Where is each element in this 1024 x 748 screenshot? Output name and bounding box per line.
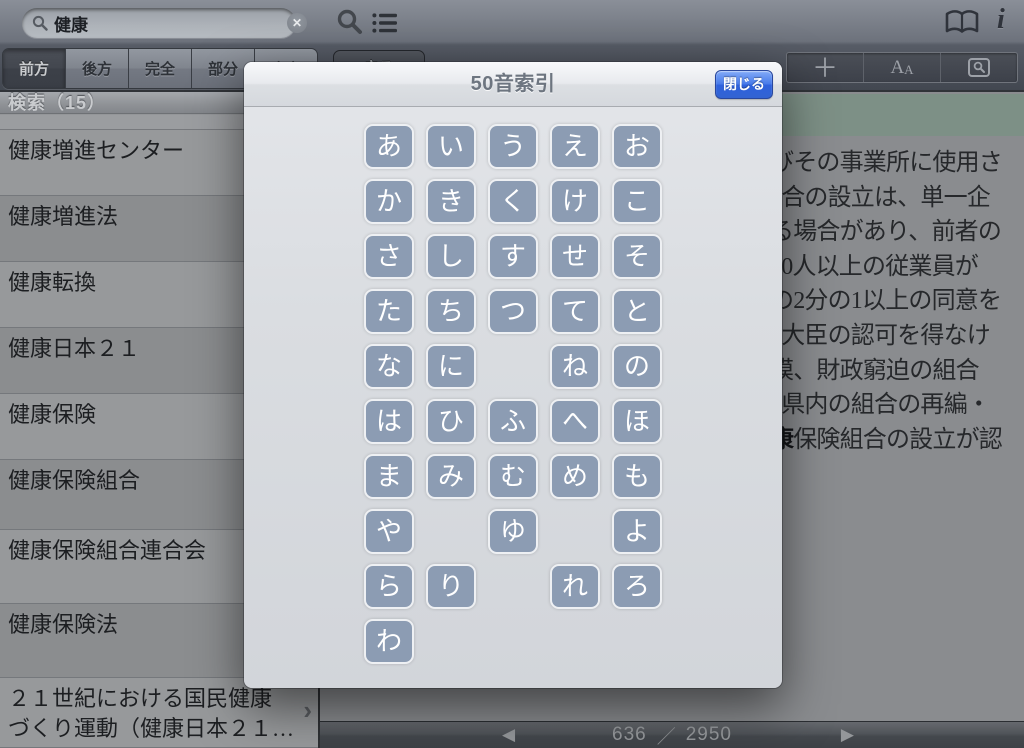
entry-text-line: 00人以上の従業員が xyxy=(770,250,1002,285)
kana-key[interactable]: す xyxy=(488,234,538,279)
font-size-icon: A xyxy=(890,57,904,79)
prev-page-icon[interactable]: ◀ xyxy=(502,725,515,745)
kana-key[interactable]: け xyxy=(550,179,600,224)
kana-grid: あいうえおかきくけこさしすせそたちつてとなに ねのはひふへほまみむめもや ゆ よらり れ… xyxy=(364,124,662,664)
entry-text-line: 府県内の組合の再編・ xyxy=(758,388,1002,423)
current-page: 636 xyxy=(612,724,647,746)
kana-key[interactable]: あ xyxy=(364,124,414,169)
kana-key[interactable]: れ xyxy=(550,564,600,609)
kana-key[interactable]: ゆ xyxy=(488,509,538,554)
kana-key[interactable]: そ xyxy=(612,234,662,279)
index-list-icon[interactable] xyxy=(372,12,398,34)
search-field[interactable]: ✕ xyxy=(22,8,296,38)
kana-key[interactable]: め xyxy=(550,454,600,499)
chevron-right-icon: › xyxy=(303,695,312,726)
kana-key[interactable]: ろ xyxy=(612,564,662,609)
book-icon[interactable] xyxy=(944,10,980,36)
kana-key[interactable]: き xyxy=(426,179,476,224)
kana-key[interactable]: ひ xyxy=(426,399,476,444)
page-search-icon xyxy=(967,57,991,78)
entry-text-line: 組合の設立は、単一企 xyxy=(758,181,1002,216)
add-bookmark-button[interactable]: ＋ xyxy=(787,53,863,82)
page-separator: ／ xyxy=(657,722,676,748)
kana-key[interactable]: ま xyxy=(364,454,414,499)
kana-key[interactable]: な xyxy=(364,344,414,389)
search-view-icon[interactable] xyxy=(336,8,364,36)
kana-key[interactable]: は xyxy=(364,399,414,444)
kana-key[interactable]: ほ xyxy=(612,399,662,444)
total-pages: 2950 xyxy=(686,724,732,746)
page-search-button[interactable] xyxy=(940,53,1017,82)
kana-key[interactable]: り xyxy=(426,564,476,609)
tab-3[interactable]: 完全 xyxy=(129,49,192,88)
kana-key[interactable]: へ xyxy=(550,399,600,444)
tab-1[interactable]: 前方 xyxy=(3,49,66,88)
modal-title: 50音索引 xyxy=(244,62,782,107)
kana-key[interactable]: こ xyxy=(612,179,662,224)
entry-text-line: 模、財政窮迫の組合 xyxy=(770,354,1002,389)
entry-text-line: 働大臣の認可を得なけ xyxy=(758,319,1002,354)
entry-text-line: の2分の1以上の同意を xyxy=(770,284,1002,319)
search-input[interactable] xyxy=(48,13,287,33)
page-navigation-bar: ◀ 636 ／ 2950 ▶ xyxy=(320,721,1024,748)
kana-key[interactable]: ふ xyxy=(488,399,538,444)
kana-key[interactable]: と xyxy=(612,289,662,334)
kana-key[interactable]: く xyxy=(488,179,538,224)
kana-key[interactable]: い xyxy=(426,124,476,169)
kana-key[interactable]: よ xyxy=(612,509,662,554)
right-segmented-control: ＋ AA xyxy=(786,52,1018,83)
kana-key[interactable]: え xyxy=(550,124,600,169)
kana-key[interactable]: ね xyxy=(550,344,600,389)
kana-key[interactable]: さ xyxy=(364,234,414,279)
kana-index-modal: 50音索引 閉じる あいうえおかきくけこさしすせそたちつてとなに ねのはひふへほま… xyxy=(244,62,782,688)
entry-text-line: びその事業所に使用さ xyxy=(770,146,1002,181)
kana-key[interactable]: お xyxy=(612,124,662,169)
kana-key[interactable]: ら xyxy=(364,564,414,609)
kana-key[interactable]: う xyxy=(488,124,538,169)
clear-search-icon[interactable]: ✕ xyxy=(287,13,307,33)
kana-key[interactable]: も xyxy=(612,454,662,499)
kana-key[interactable]: む xyxy=(488,454,538,499)
entry-text-line: 康保険組合の設立が認 xyxy=(770,423,1002,458)
kana-key[interactable]: つ xyxy=(488,289,538,334)
font-size-button[interactable]: AA xyxy=(863,53,940,82)
kana-key[interactable]: わ xyxy=(364,619,414,664)
next-page-icon[interactable]: ▶ xyxy=(841,725,854,745)
modal-header: 50音索引 閉じる xyxy=(244,62,782,107)
close-button[interactable]: 閉じる xyxy=(715,70,773,99)
kana-key[interactable]: せ xyxy=(550,234,600,279)
kana-key[interactable]: や xyxy=(364,509,414,554)
tab-2[interactable]: 後方 xyxy=(66,49,129,88)
entry-text: びその事業所に使用さ組合の設立は、単一企る場合があり、前者の00人以上の従業員が… xyxy=(770,146,1002,457)
result-item[interactable]: ２１世紀における国民健康づくり運動（健康日本２１…› xyxy=(0,678,318,748)
search-icon xyxy=(32,15,48,31)
kana-key[interactable]: ち xyxy=(426,289,476,334)
kana-key[interactable]: か xyxy=(364,179,414,224)
kana-key[interactable]: た xyxy=(364,289,414,334)
plus-icon: ＋ xyxy=(812,55,838,81)
kana-key[interactable]: み xyxy=(426,454,476,499)
kana-key[interactable]: て xyxy=(550,289,600,334)
kana-key[interactable]: し xyxy=(426,234,476,279)
kana-key[interactable]: に xyxy=(426,344,476,389)
entry-text-line: る場合があり、前者の xyxy=(770,215,1002,250)
info-icon[interactable]: i xyxy=(997,4,1005,36)
kana-key[interactable]: の xyxy=(612,344,662,389)
